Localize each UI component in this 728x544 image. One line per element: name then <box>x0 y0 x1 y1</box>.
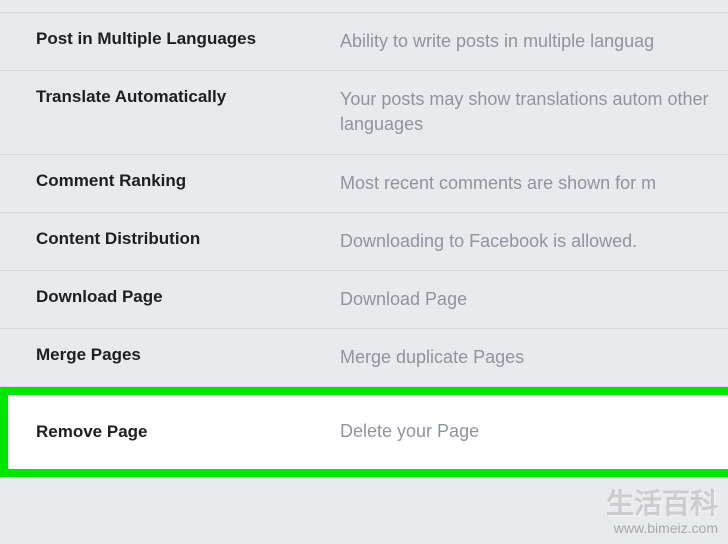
settings-label: Download Page <box>0 287 340 307</box>
watermark: 生活百科 www.bimeiz.com <box>606 482 718 536</box>
settings-row-blank[interactable] <box>0 0 728 13</box>
settings-label: Comment Ranking <box>0 171 340 191</box>
settings-value: Ability to write posts in multiple langu… <box>340 29 728 54</box>
settings-row-remove-page[interactable]: Remove Page Delete your Page <box>0 387 728 476</box>
settings-value: Downloading to Facebook is allowed. <box>340 229 728 254</box>
settings-label: Translate Automatically <box>0 87 340 107</box>
settings-value: Download Page <box>340 287 728 312</box>
settings-row-translate-automatically[interactable]: Translate Automatically Your posts may s… <box>0 71 728 154</box>
settings-value: Merge duplicate Pages <box>340 345 728 370</box>
watermark-url: www.bimeiz.com <box>606 520 718 536</box>
settings-row-content-distribution[interactable]: Content Distribution Downloading to Face… <box>0 213 728 271</box>
settings-label: Post in Multiple Languages <box>0 29 340 49</box>
settings-list: Post in Multiple Languages Ability to wr… <box>0 0 728 477</box>
settings-value: Delete your Page <box>340 419 728 444</box>
watermark-text: 生活百科 <box>606 482 718 522</box>
settings-row-download-page[interactable]: Download Page Download Page <box>0 271 728 329</box>
settings-value: Your posts may show translations autom o… <box>340 87 728 137</box>
settings-label: Merge Pages <box>0 345 340 365</box>
settings-row-comment-ranking[interactable]: Comment Ranking Most recent comments are… <box>0 155 728 213</box>
settings-label: Content Distribution <box>0 229 340 249</box>
settings-label: Remove Page <box>8 422 340 442</box>
settings-value: Most recent comments are shown for m <box>340 171 728 196</box>
settings-row-multiple-languages[interactable]: Post in Multiple Languages Ability to wr… <box>0 13 728 71</box>
settings-row-merge-pages[interactable]: Merge Pages Merge duplicate Pages <box>0 329 728 387</box>
